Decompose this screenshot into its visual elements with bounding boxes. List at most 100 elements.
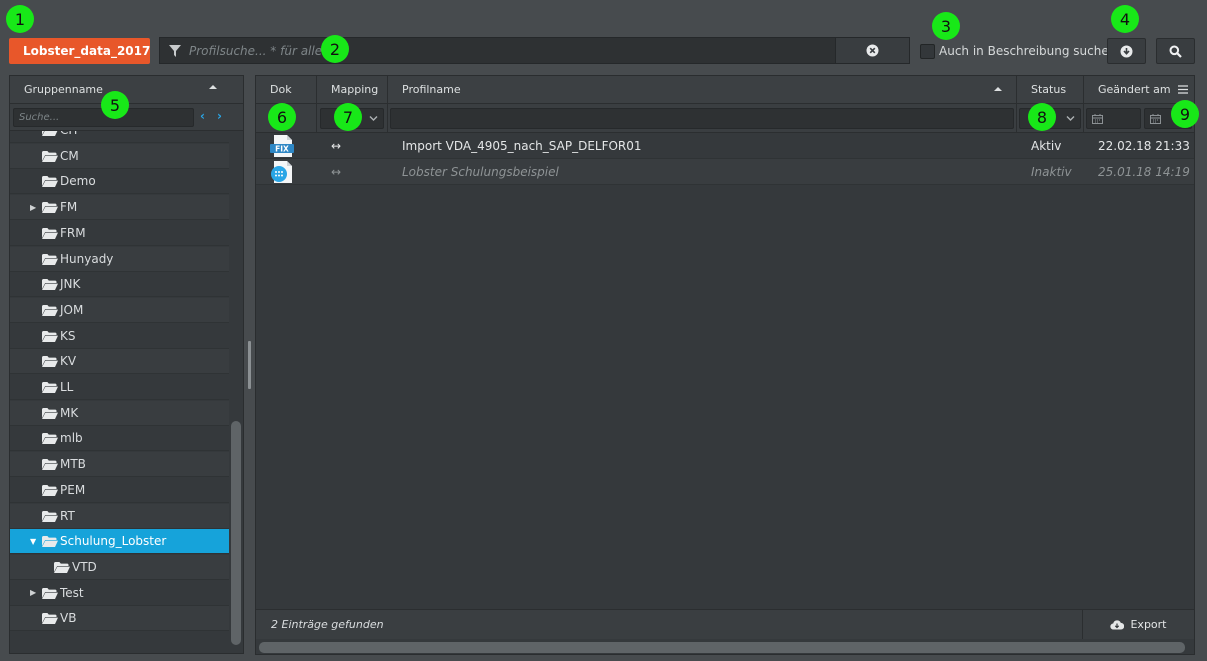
mapping-icon: ↔ — [331, 164, 342, 179]
callout-marker-6: 6 — [268, 103, 296, 131]
table-row[interactable]: ↔ Lobster Schulungsbeispiel Inaktiv 25.01.1… — [256, 159, 1194, 185]
callout-marker-9: 9 — [1171, 100, 1199, 128]
tree-item[interactable]: MTB — [10, 452, 229, 478]
tree-item[interactable]: JNK — [10, 272, 229, 298]
table-row[interactable]: FIX ↔ Import VDA_4905_nach_SAP_DELFOR01 Akt… — [256, 133, 1194, 159]
search-button[interactable] — [1156, 38, 1195, 64]
folder-open-icon — [42, 382, 58, 396]
tree-item[interactable]: ▶ FM — [10, 195, 229, 221]
group-name-header-label: Gruppenname — [24, 83, 103, 96]
caret-right-icon[interactable]: ▶ — [30, 588, 36, 597]
repository-button[interactable]: Lobster_data_2017 — [9, 38, 150, 64]
download-circle-icon — [1120, 45, 1133, 57]
tree-item[interactable]: mlb — [10, 426, 229, 452]
tree-item-label: VB — [60, 611, 77, 626]
caret-down-icon[interactable]: ▼ — [30, 537, 36, 546]
column-header-dok[interactable]: Dok — [256, 76, 317, 104]
chevron-left-icon[interactable]: ‹ — [200, 109, 205, 123]
tree-item[interactable]: RT — [10, 503, 229, 529]
chevron-down-icon — [1066, 116, 1075, 121]
tree-item[interactable]: FRM — [10, 221, 229, 246]
tree-item-label: CM — [60, 148, 79, 163]
geaendert-cell: 25.01.18 14:19 — [1098, 164, 1190, 179]
status-cell: Inaktiv — [1031, 164, 1072, 179]
folder-open-icon — [42, 279, 58, 293]
folder-open-icon — [42, 484, 58, 499]
panel-splitter-handle[interactable] — [248, 341, 251, 389]
caret-right-icon[interactable]: ▶ — [30, 203, 36, 212]
folder-open-icon — [42, 613, 58, 627]
callout-marker-7: 7 — [334, 103, 362, 131]
tree-item[interactable]: JOM — [10, 297, 229, 323]
tree-item-label: Hunyady — [60, 251, 114, 266]
export-button[interactable]: Export — [1082, 610, 1194, 639]
profilname-filter-input[interactable] — [390, 108, 1014, 129]
tree-item-label: Schulung_Lobster — [60, 534, 167, 549]
tree-item[interactable]: VB — [10, 606, 229, 632]
tree-item[interactable]: KV — [10, 349, 229, 375]
column-header-geaendert[interactable]: Geändert am — [1084, 76, 1194, 104]
callout-marker-8: 8 — [1028, 103, 1056, 131]
tree-item-label: Demo — [60, 174, 96, 189]
column-header-profilname[interactable]: Profilname — [388, 76, 1017, 104]
cloud-download-icon — [1110, 619, 1125, 630]
folder-open-icon — [42, 304, 58, 319]
grid-footer: 2 Einträge gefunden Export — [256, 609, 1194, 639]
grid-horizontal-scrollbar[interactable] — [259, 642, 1185, 653]
profilname-cell: Lobster Schulungsbeispiel — [402, 164, 559, 179]
tree-item-label: FRM — [60, 225, 86, 240]
profile-grid: Dok Mapping Profilname Status Geändert a… — [255, 75, 1195, 655]
filter-cell-profilname — [388, 104, 1017, 133]
tree-item[interactable]: LL — [10, 375, 229, 400]
profile-search-input[interactable]: Profilsuche... * für alle — [159, 37, 836, 64]
column-header-mapping[interactable]: Mapping — [317, 76, 388, 104]
tree-item[interactable]: Hunyady — [10, 246, 229, 272]
date-from-filter[interactable] — [1086, 108, 1141, 129]
folder-open-icon — [42, 407, 58, 422]
tree-item[interactable]: CH — [10, 131, 229, 143]
callout-marker-2: 2 — [321, 35, 349, 63]
sort-up-icon — [209, 85, 217, 89]
folder-open-icon — [42, 253, 58, 268]
tree-item-label: MK — [60, 405, 79, 420]
column-header-profilname-label: Profilname — [402, 83, 461, 96]
doc-badge-text: FIX — [275, 144, 289, 153]
tree-item[interactable]: KS — [10, 324, 229, 349]
column-menu-icon[interactable] — [1178, 85, 1188, 94]
column-header-status[interactable]: Status — [1017, 76, 1084, 104]
mapping-icon: ↔ — [331, 138, 342, 153]
group-tree-panel: Gruppenname Suche... ‹ › CHCMDemo▶FMFRMH… — [9, 75, 244, 654]
profilname-cell: Import VDA_4905_nach_SAP_DELFOR01 — [402, 138, 642, 153]
tree-item-label: MTB — [60, 457, 86, 472]
folder-open-icon — [42, 202, 58, 216]
csv-document-icon — [270, 159, 296, 184]
tree-item-label: RT — [60, 508, 75, 523]
fix-document-icon: FIX — [270, 133, 296, 158]
folder-open-icon — [42, 459, 58, 473]
folder-open-icon — [42, 356, 58, 370]
tree-item[interactable]: Demo — [10, 169, 229, 195]
tree-item[interactable]: ▼ Schulung_Lobster — [10, 529, 229, 555]
column-header-dok-label: Dok — [270, 83, 292, 96]
tree-item-label: PEM — [60, 482, 86, 497]
search-description-checkbox[interactable]: Auch in Beschreibung suchen — [920, 43, 1116, 59]
tree-scrollbar[interactable] — [231, 421, 241, 645]
tree-item-label: KV — [60, 354, 77, 369]
clear-search-button[interactable] — [835, 37, 910, 64]
calendar-icon — [1150, 114, 1161, 124]
geaendert-cell: 22.02.18 21:33 — [1098, 138, 1190, 153]
tree-item[interactable]: ▶ Test — [10, 581, 229, 606]
checkbox-box[interactable] — [920, 43, 935, 59]
tree-item[interactable]: MK — [10, 400, 229, 426]
chevron-right-icon[interactable]: › — [217, 109, 222, 123]
tree-item[interactable]: VTD — [10, 554, 229, 580]
search-description-label: Auch in Beschreibung suchen — [939, 44, 1117, 58]
callout-marker-5: 5 — [101, 91, 129, 119]
download-button[interactable] — [1107, 38, 1146, 64]
group-tree: CH CM Demo ▶ FM FRM Hunyady JNK JOM KS KV LL MK mlb MT… — [10, 131, 229, 654]
folder-open-icon — [42, 330, 58, 345]
tree-item[interactable]: CM — [10, 143, 229, 169]
tree-item-label: mlb — [60, 431, 83, 446]
filter-icon — [169, 44, 181, 57]
tree-item[interactable]: PEM — [10, 478, 229, 503]
